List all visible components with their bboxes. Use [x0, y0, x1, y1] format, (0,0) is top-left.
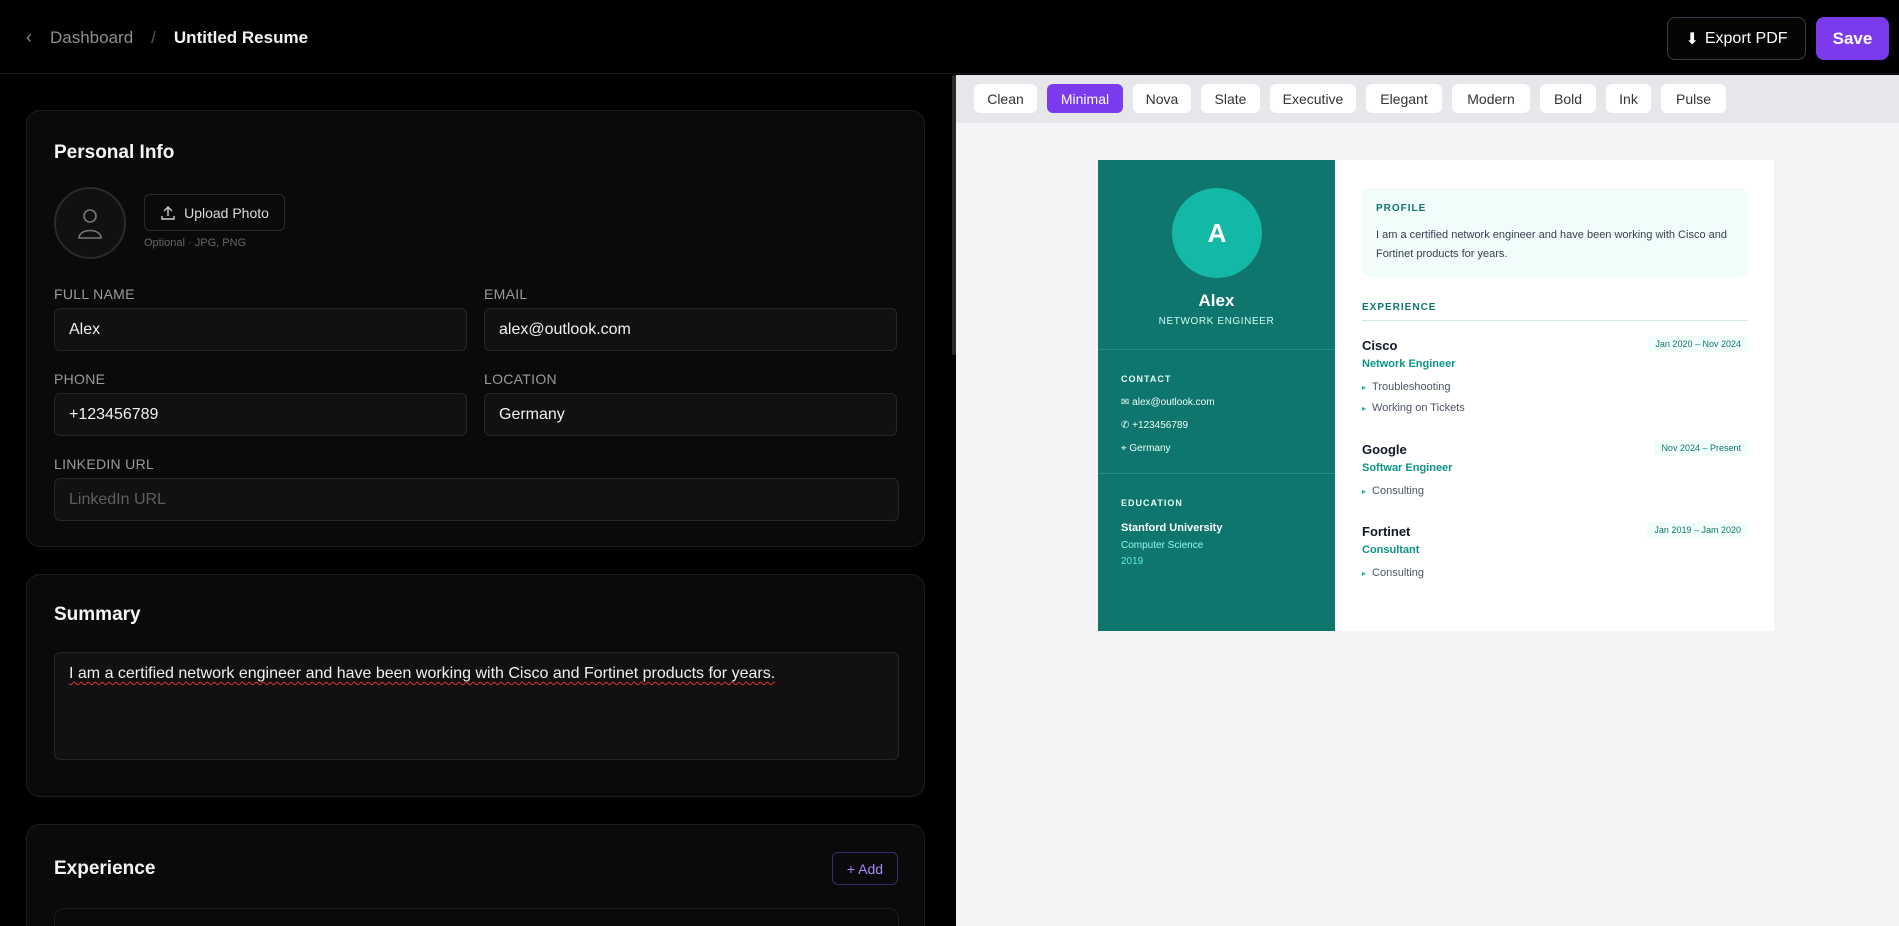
job-dates: Nov 2024 – Present [1654, 440, 1748, 456]
breadcrumb: ‹ Dashboard / Untitled Resume [26, 27, 308, 48]
tab-executive[interactable]: Executive [1270, 84, 1356, 113]
experience-heading: Experience [54, 858, 156, 879]
resume-preview: A Alex NETWORK ENGINEER CONTACT ✉ alex@o… [1098, 160, 1774, 631]
chevron-left-icon[interactable]: ‹ [26, 27, 40, 48]
experience-entry [54, 908, 899, 926]
job-role: Network Engineer [1362, 358, 1456, 370]
job-bullet-text: Consulting [1372, 567, 1424, 579]
contact-location: ⌖ Germany [1121, 443, 1171, 454]
experience-heading-preview: EXPERIENCE [1362, 302, 1437, 313]
summary-card: Summary I am a certified network enginee… [26, 574, 925, 797]
tab-ink[interactable]: Ink [1606, 84, 1651, 113]
preview-panel: Clean Minimal Nova Slate Executive Elega… [956, 75, 1899, 926]
experience-divider [1362, 320, 1748, 321]
job-bullet: ▸ Consulting [1362, 567, 1424, 579]
job-company: Cisco [1362, 338, 1398, 353]
bullet-icon: ▸ [1362, 383, 1367, 392]
bullet-icon: ▸ [1362, 569, 1367, 578]
job-role: Softwar Engineer [1362, 462, 1453, 474]
export-pdf-label: Export PDF [1704, 29, 1788, 47]
tab-modern[interactable]: Modern [1452, 84, 1530, 113]
education-heading: EDUCATION [1121, 498, 1183, 508]
experience-card: Experience + Add [26, 824, 925, 926]
resume-name: Alex [1198, 291, 1235, 310]
tab-nova[interactable]: Nova [1133, 84, 1191, 113]
profile-heading: PROFILE [1376, 203, 1427, 214]
job-bullet-text: Troubleshooting [1372, 381, 1451, 393]
resume-avatar: A [1172, 188, 1262, 278]
sidebar-divider [1098, 349, 1335, 350]
user-icon [78, 209, 102, 239]
resume-sidebar: A Alex NETWORK ENGINEER CONTACT ✉ alex@o… [1098, 160, 1335, 631]
linkedin-input[interactable]: LinkedIn URL [54, 478, 899, 521]
phone-input[interactable]: +123456789 [54, 393, 467, 436]
summary-textarea[interactable]: I am a certified network engineer and ha… [54, 652, 899, 760]
education-school: Stanford University [1121, 522, 1223, 534]
job-company: Fortinet [1362, 524, 1411, 539]
profile-text: I am a certified network engineer and ha… [1376, 229, 1727, 260]
save-button[interactable]: Save [1816, 17, 1889, 60]
education-degree: Computer Science [1121, 540, 1204, 551]
job-bullet: ▸ Working on Tickets [1362, 402, 1465, 414]
personal-info-card: Personal Info Upload Photo Optional · JP… [26, 110, 925, 547]
full-name-label: FULL NAME [54, 286, 135, 302]
contact-email: ✉ alex@outlook.com [1121, 397, 1215, 408]
job-company: Google [1362, 442, 1407, 457]
personal-info-heading: Personal Info [54, 142, 175, 163]
email-label: EMAIL [484, 286, 528, 302]
tab-slate[interactable]: Slate [1201, 84, 1260, 113]
download-icon: ⬇ [1685, 30, 1699, 48]
tab-minimal[interactable]: Minimal [1047, 84, 1123, 113]
contact-phone: ✆ +123456789 [1121, 420, 1189, 431]
editor-panel[interactable]: Personal Info Upload Photo Optional · JP… [0, 75, 955, 926]
full-name-input[interactable]: Alex [54, 308, 467, 351]
tab-bold[interactable]: Bold [1540, 84, 1596, 113]
export-pdf-button[interactable]: ⬇ Export PDF [1667, 17, 1806, 60]
resume-title: NETWORK ENGINEER [1158, 316, 1275, 327]
template-tabs: Clean Minimal Nova Slate Executive Elega… [956, 75, 1899, 123]
document-title[interactable]: Untitled Resume [174, 28, 308, 48]
job-bullet-text: Consulting [1372, 485, 1424, 497]
breadcrumb-separator: / [151, 27, 156, 47]
tab-elegant[interactable]: Elegant [1366, 84, 1442, 113]
sidebar-divider [1098, 473, 1335, 474]
upload-photo-label: Upload Photo [184, 204, 269, 221]
top-bar: ‹ Dashboard / Untitled Resume ⬇ Export P… [0, 3, 1899, 74]
location-input[interactable]: Germany [484, 393, 897, 436]
tab-pulse[interactable]: Pulse [1661, 84, 1726, 113]
bullet-icon: ▸ [1362, 487, 1367, 496]
education-year: 2019 [1121, 556, 1144, 567]
add-experience-button[interactable]: + Add [832, 852, 898, 885]
upload-photo-button[interactable]: Upload Photo [144, 194, 285, 231]
resume-main: PROFILE I am a certified network enginee… [1335, 160, 1774, 631]
location-label: LOCATION [484, 371, 557, 387]
dashboard-link[interactable]: Dashboard [50, 28, 133, 48]
avatar[interactable] [54, 187, 126, 259]
job-bullet: ▸ Consulting [1362, 485, 1424, 497]
job-bullet-text: Working on Tickets [1372, 402, 1465, 414]
job-bullet: ▸ Troubleshooting [1362, 381, 1451, 393]
job-role: Consultant [1362, 544, 1420, 556]
email-input[interactable]: alex@outlook.com [484, 308, 897, 351]
profile-box: PROFILE I am a certified network enginee… [1362, 188, 1748, 277]
upload-icon [161, 205, 175, 220]
summary-heading: Summary [54, 604, 141, 625]
tab-clean[interactable]: Clean [974, 84, 1037, 113]
linkedin-label: LINKEDIN URL [54, 456, 155, 472]
phone-label: PHONE [54, 371, 106, 387]
job-dates: Jan 2020 – Nov 2024 [1648, 336, 1748, 352]
bullet-icon: ▸ [1362, 404, 1367, 413]
job-dates: Jan 2019 – Jam 2020 [1647, 522, 1748, 538]
summary-text: I am a certified network engineer and ha… [69, 665, 776, 682]
upload-note: Optional · JPG, PNG [144, 237, 247, 249]
contact-heading: CONTACT [1121, 374, 1172, 384]
